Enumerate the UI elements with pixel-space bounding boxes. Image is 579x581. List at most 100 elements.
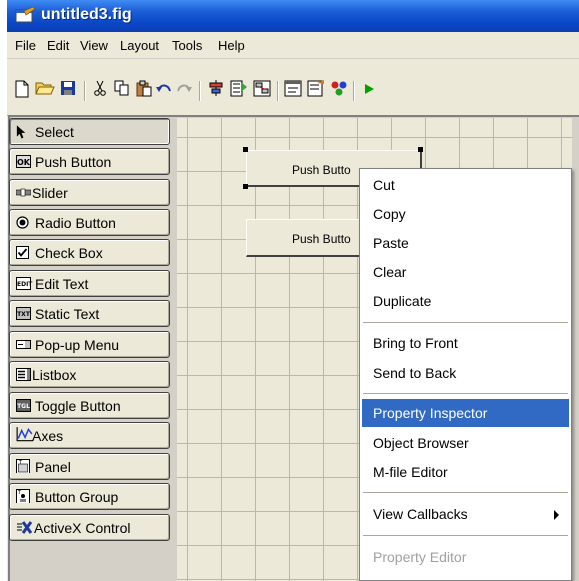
- submenu-arrow-icon: [554, 510, 559, 520]
- object-browser-icon[interactable]: [328, 80, 350, 102]
- ctx-bring-to-front[interactable]: Bring to Front: [362, 329, 569, 357]
- palette-select[interactable]: Select: [9, 118, 170, 145]
- palette-label: Listbox: [32, 367, 77, 383]
- toolbar: [7, 59, 579, 116]
- listbox-icon: [16, 368, 31, 381]
- property-inspector-icon[interactable]: [305, 80, 327, 102]
- palette-label: Select: [35, 124, 74, 140]
- palette-check-box[interactable]: Check Box: [9, 239, 170, 266]
- ctx-send-to-back[interactable]: Send to Back: [362, 359, 569, 387]
- popup-menu-icon: [16, 340, 31, 349]
- palette-static-text[interactable]: TXT Static Text: [9, 300, 170, 327]
- menu-file[interactable]: File: [15, 38, 36, 53]
- palette-axes[interactable]: Axes: [9, 422, 170, 449]
- palette-label: Edit Text: [35, 276, 89, 292]
- menu-separator: [363, 322, 568, 323]
- ctx-label: Paste: [373, 235, 409, 251]
- menu-edit[interactable]: Edit: [47, 38, 69, 53]
- toolbar-separator: [353, 81, 355, 101]
- palette-label: Static Text: [35, 306, 100, 322]
- menu-tools[interactable]: Tools: [172, 38, 202, 53]
- palette-label: Toggle Button: [35, 398, 121, 414]
- radio-icon: [16, 216, 29, 229]
- context-menu: Cut Copy Paste Clear Duplicate Bring to …: [359, 168, 572, 581]
- menu-editor-icon[interactable]: [228, 80, 250, 102]
- canvas-push-button-label: Push Butto: [292, 163, 351, 177]
- ctx-property-editor: Property Editor: [362, 543, 569, 571]
- copy-icon[interactable]: [111, 80, 133, 102]
- palette-listbox[interactable]: Listbox: [9, 361, 170, 388]
- align-icon[interactable]: [205, 80, 227, 102]
- palette-edit-text[interactable]: EDIT Edit Text: [9, 270, 170, 297]
- palette-slider[interactable]: Slider: [9, 179, 170, 206]
- save-icon[interactable]: [57, 80, 79, 102]
- toolbar-separator: [199, 81, 201, 101]
- ctx-mfile-editor[interactable]: M-file Editor: [362, 458, 569, 486]
- ctx-duplicate[interactable]: Duplicate: [362, 287, 569, 315]
- cut-icon[interactable]: [89, 80, 111, 102]
- ctx-label: M-file Editor: [373, 464, 448, 480]
- ctx-label: Bring to Front: [373, 335, 458, 351]
- undo-icon[interactable]: [153, 80, 175, 102]
- palette-popup-menu[interactable]: Pop-up Menu: [9, 331, 170, 358]
- menu-view[interactable]: View: [80, 38, 108, 53]
- selection-handle[interactable]: [418, 147, 423, 152]
- selection-handle[interactable]: [243, 147, 248, 152]
- ctx-property-inspector[interactable]: Property Inspector: [362, 399, 569, 427]
- ctx-label: Object Browser: [373, 435, 469, 451]
- paste-icon[interactable]: [133, 80, 155, 102]
- edit-text-icon: EDIT: [16, 277, 32, 290]
- ctx-object-browser[interactable]: Object Browser: [362, 429, 569, 457]
- palette-panel[interactable]: T Panel: [9, 453, 170, 480]
- slider-icon: [16, 188, 31, 197]
- palette-label: Slider: [32, 185, 68, 201]
- palette-push-button[interactable]: OK Push Button: [9, 148, 170, 175]
- ctx-paste[interactable]: Paste: [362, 229, 569, 257]
- new-icon[interactable]: [11, 80, 33, 102]
- palette-label: Check Box: [35, 245, 103, 261]
- menu-separator: [363, 393, 568, 394]
- ctx-cut[interactable]: Cut: [362, 171, 569, 199]
- open-icon[interactable]: [34, 80, 56, 102]
- component-palette: Select OK Push Button Slider Radio Butto…: [9, 118, 174, 578]
- ctx-view-callbacks[interactable]: View Callbacks: [362, 500, 569, 528]
- palette-label: Push Button: [35, 154, 112, 170]
- palette-label: Pop-up Menu: [35, 337, 120, 353]
- window-title: untitled3.fig: [41, 6, 132, 23]
- redo-icon[interactable]: [173, 80, 195, 102]
- palette-label: Panel: [35, 459, 71, 475]
- palette-toggle-button[interactable]: TGL Toggle Button: [9, 392, 170, 419]
- ctx-label: Copy: [373, 206, 406, 222]
- tab-order-icon[interactable]: [251, 80, 273, 102]
- button-group-icon: T: [16, 489, 30, 503]
- static-text-icon: TXT: [16, 307, 31, 320]
- selection-handle[interactable]: [243, 184, 248, 189]
- palette-label: Button Group: [35, 489, 119, 505]
- toolbar-separator: [277, 81, 279, 101]
- guide-app-icon: [15, 7, 35, 23]
- ctx-clear[interactable]: Clear: [362, 258, 569, 286]
- ctx-label: Cut: [373, 177, 395, 193]
- palette-label: Radio Button: [35, 215, 116, 231]
- title-bar[interactable]: untitled3.fig: [7, 0, 579, 32]
- arrow-icon: [16, 125, 26, 139]
- palette-button-group[interactable]: T Button Group: [9, 483, 170, 510]
- ctx-copy[interactable]: Copy: [362, 200, 569, 228]
- toolbar-separator: [84, 81, 86, 101]
- ok-icon: OK: [16, 155, 31, 168]
- checkbox-icon: [16, 246, 29, 259]
- panel-icon: T: [16, 459, 30, 473]
- palette-activex-control[interactable]: ActiveX Control: [9, 514, 170, 541]
- ctx-label: Duplicate: [373, 293, 432, 309]
- palette-radio-button[interactable]: Radio Button: [9, 209, 170, 236]
- menu-layout[interactable]: Layout: [120, 38, 159, 53]
- menu-bar: File Edit View Layout Tools Help: [7, 32, 579, 59]
- menu-help[interactable]: Help: [218, 38, 245, 53]
- menu-separator: [363, 492, 568, 493]
- ctx-label: View Callbacks: [373, 506, 468, 522]
- mfile-editor-icon[interactable]: [282, 80, 304, 102]
- run-icon[interactable]: [358, 80, 380, 102]
- canvas-push-button-label: Push Butto: [292, 232, 351, 246]
- ctx-label: Property Editor: [373, 549, 467, 565]
- toggle-icon: TGL: [16, 399, 31, 412]
